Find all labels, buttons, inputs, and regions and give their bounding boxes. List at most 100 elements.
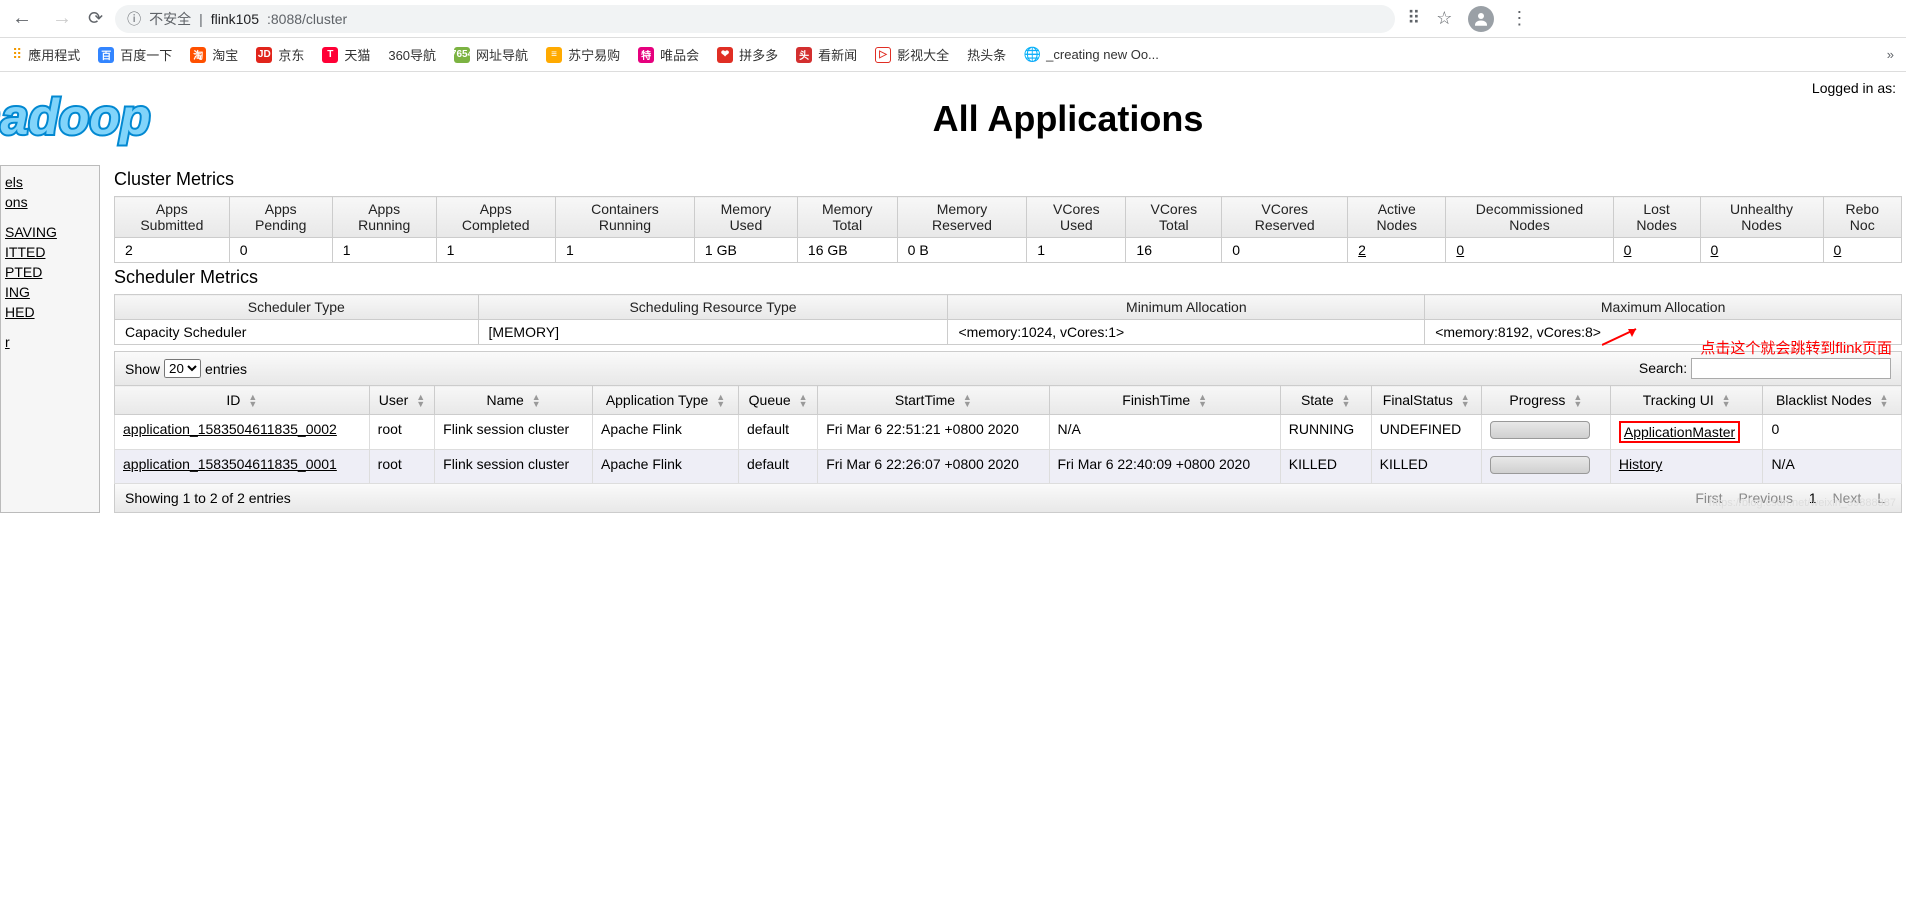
metrics-value: 0 <box>229 238 332 263</box>
bookmark-item[interactable]: 7654网址导航 <box>454 45 528 64</box>
metrics-header: VCores Total <box>1126 197 1222 238</box>
bookmark-item[interactable]: T天猫 <box>322 45 370 64</box>
entries-select[interactable]: 20 <box>164 359 201 378</box>
apps-shortcut[interactable]: ⠿ 應用程式 <box>12 45 80 64</box>
sort-icon: ▲▼ <box>1573 394 1582 408</box>
sidebar-link[interactable]: ING <box>5 282 95 302</box>
column-header[interactable]: ID ▲▼ <box>115 386 370 415</box>
column-header[interactable]: Queue ▲▼ <box>738 386 817 415</box>
metrics-value: [MEMORY] <box>478 320 948 345</box>
metrics-header: Apps Completed <box>436 197 555 238</box>
translate-icon[interactable]: ⠿ <box>1407 8 1420 29</box>
cell-user: root <box>369 415 435 450</box>
metrics-header: Decommissioned Nodes <box>1446 197 1613 238</box>
column-header[interactable]: Blacklist Nodes ▲▼ <box>1763 386 1902 415</box>
bookmark-item[interactable]: 百百度一下 <box>98 45 172 64</box>
column-header[interactable]: FinalStatus ▲▼ <box>1371 386 1481 415</box>
progress-bar <box>1490 456 1590 474</box>
app-id-link[interactable]: application_1583504611835_0001 <box>123 456 337 472</box>
sidebar-nav: elsons SAVINGITTEDPTEDINGHED r <box>0 165 100 513</box>
cluster-metrics-table: Apps SubmittedApps PendingApps RunningAp… <box>114 196 1902 263</box>
column-header[interactable]: Tracking UI ▲▼ <box>1610 386 1763 415</box>
datatable-info: Showing 1 to 2 of 2 entries <box>125 490 291 506</box>
bookmark-item[interactable]: 360导航 <box>388 45 436 64</box>
bookmark-icon: 淘 <box>190 47 206 63</box>
node-link[interactable]: 2 <box>1358 242 1366 258</box>
cell-finish: N/A <box>1049 415 1280 450</box>
bookmark-item[interactable]: ▷影视大全 <box>875 45 949 64</box>
node-link[interactable]: 0 <box>1624 242 1632 258</box>
bookmark-icon: T <box>322 47 338 63</box>
insecure-label: 不安全 <box>149 9 191 29</box>
menu-icon[interactable]: ⋮ <box>1510 8 1528 29</box>
profile-avatar[interactable] <box>1468 6 1494 32</box>
page-title: All Applications <box>230 98 1906 140</box>
annotation-text: 点击这个就会跳转到flink页面 <box>1700 337 1892 358</box>
metrics-value: 1 GB <box>694 238 797 263</box>
search-input[interactable] <box>1691 358 1891 379</box>
bookmark-item[interactable]: 头看新闻 <box>796 45 857 64</box>
cell-start: Fri Mar 6 22:51:21 +0800 2020 <box>818 415 1049 450</box>
metrics-header: Unhealthy Nodes <box>1700 197 1823 238</box>
column-header[interactable]: State ▲▼ <box>1280 386 1371 415</box>
bookmark-item[interactable]: JD京东 <box>256 45 304 64</box>
back-button[interactable]: ← <box>8 3 36 34</box>
hadoop-logo: hadoop hadoop <box>0 82 230 155</box>
cluster-metrics-title: Cluster Metrics <box>114 169 1902 190</box>
bookmarks-bar: ⠿ 應用程式 百百度一下淘淘宝 JD京东 T天猫 360导航 7654网址导航 ≡苏宁易购… <box>0 38 1906 72</box>
cell-id: application_1583504611835_0001 <box>115 450 370 484</box>
metrics-value: 0 <box>1823 238 1901 263</box>
cell-final: UNDEFINED <box>1371 415 1481 450</box>
address-bar[interactable]: ⓘ 不安全 | flink105:8088/cluster <box>115 5 1395 33</box>
bookmarks-overflow[interactable]: » <box>1887 47 1894 62</box>
sidebar-link[interactable]: PTED <box>5 262 95 282</box>
bookmark-icon: 头 <box>796 47 812 63</box>
bookmark-item[interactable]: 热头条 <box>967 45 1006 64</box>
metrics-value: 16 <box>1126 238 1222 263</box>
tracking-link[interactable]: History <box>1619 456 1663 472</box>
cell-name: Flink session cluster <box>435 415 593 450</box>
reload-button[interactable]: ⟳ <box>88 8 103 29</box>
sort-icon: ▲▼ <box>416 394 425 408</box>
applications-table: ID ▲▼User ▲▼Name ▲▼Application Type ▲▼Qu… <box>114 385 1902 484</box>
sort-icon: ▲▼ <box>1342 394 1351 408</box>
sidebar-link[interactable]: r <box>5 332 95 352</box>
tracking-link[interactable]: ApplicationMaster <box>1624 424 1735 440</box>
forward-button[interactable]: → <box>48 3 76 34</box>
cell-progress <box>1481 450 1610 484</box>
column-header[interactable]: Application Type ▲▼ <box>592 386 738 415</box>
bookmark-item[interactable]: 特唯品会 <box>638 45 699 64</box>
column-header[interactable]: FinishTime ▲▼ <box>1049 386 1280 415</box>
metrics-header: Rebo Noc <box>1823 197 1901 238</box>
star-icon[interactable]: ☆ <box>1436 8 1452 29</box>
bookmark-item[interactable]: 淘淘宝 <box>190 45 238 64</box>
url-path: :8088/cluster <box>267 11 347 27</box>
node-link[interactable]: 0 <box>1456 242 1464 258</box>
sidebar-link[interactable]: ITTED <box>5 242 95 262</box>
main-content: Cluster Metrics Apps SubmittedApps Pendi… <box>114 165 1906 513</box>
datatable-controls: Show 20 entries Search: <box>114 351 1902 385</box>
column-header[interactable]: StartTime ▲▼ <box>818 386 1049 415</box>
sidebar-link[interactable]: els <box>5 172 95 192</box>
app-id-link[interactable]: application_1583504611835_0002 <box>123 421 337 437</box>
sidebar-link[interactable]: SAVING <box>5 222 95 242</box>
metrics-value: 1 <box>555 238 694 263</box>
page-header: hadoop hadoop All Applications <box>0 72 1906 165</box>
metrics-value: 1 <box>332 238 436 263</box>
metrics-header: Apps Running <box>332 197 436 238</box>
annotation-arrow-icon <box>1602 325 1642 349</box>
column-header[interactable]: Progress ▲▼ <box>1481 386 1610 415</box>
node-link[interactable]: 0 <box>1711 242 1719 258</box>
browser-right-icons: ⠿ ☆ ⋮ <box>1407 6 1528 32</box>
node-link[interactable]: 0 <box>1834 242 1842 258</box>
bookmark-item[interactable]: ≡苏宁易购 <box>546 45 620 64</box>
progress-bar <box>1490 421 1590 439</box>
column-header[interactable]: User ▲▼ <box>369 386 435 415</box>
bookmark-item[interactable]: ❤拼多多 <box>717 45 778 64</box>
sidebar-link[interactable]: HED <box>5 302 95 322</box>
metrics-header: VCores Reserved <box>1222 197 1348 238</box>
bookmark-icon: ▷ <box>875 47 891 63</box>
bookmark-item[interactable]: 🌐_creating new Oo... <box>1024 47 1159 63</box>
column-header[interactable]: Name ▲▼ <box>435 386 593 415</box>
sidebar-link[interactable]: ons <box>5 192 95 212</box>
